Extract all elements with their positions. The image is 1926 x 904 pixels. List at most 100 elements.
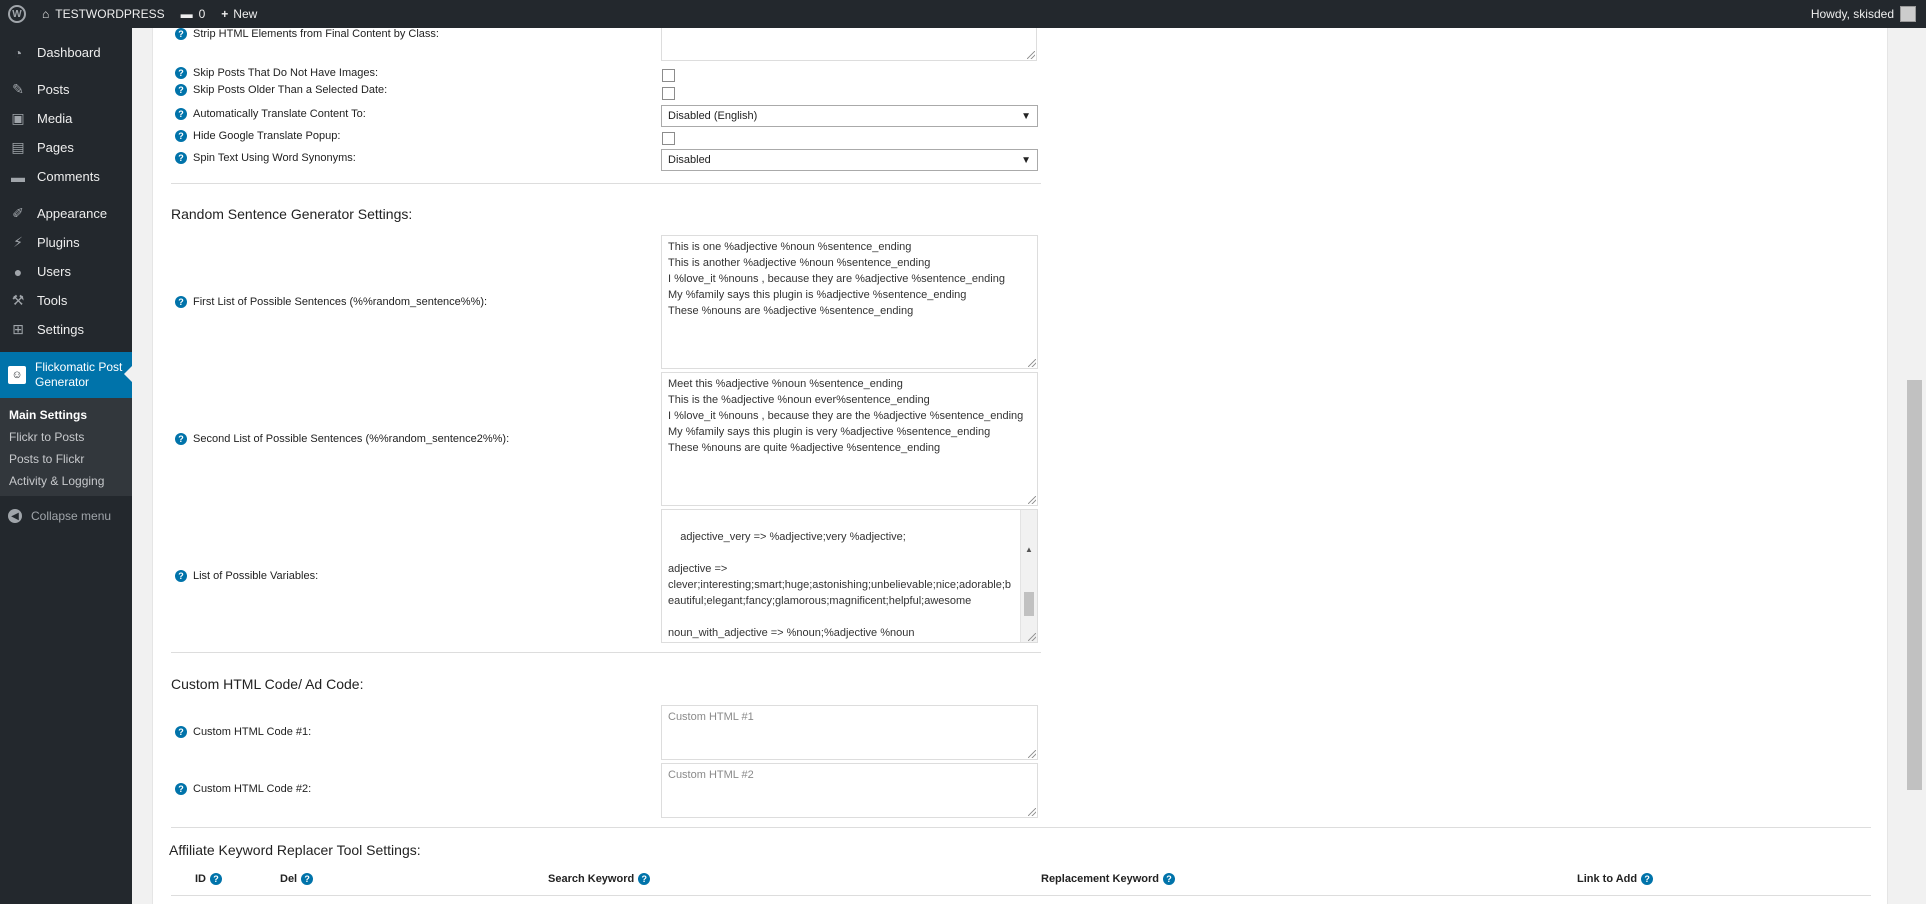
help-icon[interactable]: ? [175,84,187,96]
help-icon[interactable]: ? [175,28,187,40]
sidebar-item-posts[interactable]: ✎ Posts [0,75,132,104]
sidebar-item-label: Appearance [37,206,108,221]
scroll-up-icon[interactable]: ▲ [1021,542,1037,558]
site-name-link[interactable]: ⌂ TESTWORDPRESS [34,0,173,28]
sidebar-item-label: Users [37,264,71,279]
custom-html-1-label: ? Custom HTML Code #1: [175,726,311,738]
resize-grip-icon[interactable] [1028,496,1036,504]
collapse-menu-button[interactable]: ◀ Collapse menu [0,500,132,532]
help-icon[interactable]: ? [175,108,187,120]
submenu-activity-logging[interactable]: Activity & Logging [0,470,132,492]
window-scroll-thumb[interactable] [1907,380,1922,790]
help-icon[interactable]: ? [175,67,187,79]
comment-icon: ▬ [180,7,193,21]
plus-icon: + [221,7,229,21]
sidebar-item-tools[interactable]: ⚒ Tools [0,286,132,315]
skip-older-checkbox[interactable] [662,87,675,100]
resize-grip-icon[interactable] [1028,750,1036,758]
help-icon[interactable]: ? [175,783,187,795]
wp-logo-button[interactable]: W [0,0,34,28]
skip-no-images-checkbox[interactable] [662,69,675,82]
sidebar-item-flickomatic[interactable]: ☺ Flickomatic Post Generator [0,352,132,398]
column-del: Del? [280,873,314,885]
auto-translate-label: ? Automatically Translate Content To: [175,108,366,120]
skip-older-label: ? Skip Posts Older Than a Selected Date: [175,84,387,96]
scroll-thumb[interactable] [1024,592,1034,616]
resize-grip-icon[interactable] [1028,808,1036,816]
variables-label: ? List of Possible Variables: [175,570,318,582]
sidebar-item-label: Plugins [37,235,80,250]
collapse-arrow-icon: ◀ [8,509,22,523]
dashboard-icon: ◔ [13,44,23,61]
sidebar-item-appearance[interactable]: ✐ Appearance [0,199,132,228]
submenu-posts-to-flickr[interactable]: Posts to Flickr [0,448,132,470]
help-icon[interactable]: ? [175,152,187,164]
random-sentence-heading: Random Sentence Generator Settings: [171,206,413,222]
sidebar-item-media[interactable]: ▣ Media [0,104,132,133]
help-icon[interactable]: ? [638,873,651,885]
comments-count: 0 [198,7,206,21]
window-scrollbar[interactable] [1904,28,1926,904]
help-icon[interactable]: ? [1641,873,1654,885]
my-account-link[interactable]: Howdy, skisded [1811,6,1926,22]
help-icon[interactable]: ? [175,570,187,582]
sidebar-item-plugins[interactable]: ⚡ Plugins [0,228,132,257]
sidebar-item-pages[interactable]: ▤ Pages [0,133,132,162]
submenu-flickr-to-posts[interactable]: Flickr to Posts [0,426,132,448]
sidebar-item-users[interactable]: ● Users [0,257,132,286]
column-replacement-keyword: Replacement Keyword? [1041,873,1175,885]
site-name: TESTWORDPRESS [55,7,165,21]
custom-html-2-textarea[interactable]: Custom HTML #2 [661,763,1038,818]
table-header-divider [171,895,1871,896]
spin-text-select[interactable]: Disabled ▼ [661,149,1038,171]
dropdown-arrow-icon: ▼ [1021,110,1031,122]
media-icon: ▣ [11,110,25,126]
column-id: ID? [195,873,222,885]
howdy-text: Howdy, skisded [1810,7,1894,21]
submenu-main-settings[interactable]: Main Settings [0,404,132,426]
help-icon[interactable]: ? [1162,873,1175,885]
custom-html-2-label: ? Custom HTML Code #2: [175,783,311,795]
help-icon[interactable]: ? [175,296,187,308]
hide-translate-checkbox[interactable] [662,132,675,145]
sidebar-item-dashboard[interactable]: ◔ Dashboard [0,38,132,67]
sidebar-item-label: Settings [37,322,84,337]
help-icon[interactable]: ? [210,873,222,885]
comment-icon: ▬ [11,168,25,185]
auto-translate-select[interactable]: Disabled (English) ▼ [661,105,1038,127]
custom-html-1-textarea[interactable]: Custom HTML #1 [661,705,1038,760]
help-icon[interactable]: ? [301,873,314,885]
wrench-icon: ⚒ [11,292,25,308]
sidebar-item-comments[interactable]: ▬ Comments [0,162,132,191]
help-icon[interactable]: ? [175,726,187,738]
new-label: New [233,7,258,21]
sidebar-item-label: Posts [37,82,70,97]
resize-grip-icon[interactable] [1028,633,1036,641]
collapse-label: Collapse menu [31,509,112,523]
settings-panel: ? Strip HTML Elements from Final Content … [152,16,1888,904]
column-link-to-add: Link to Add? [1577,873,1654,885]
admin-sidebar: ◔ Dashboard ✎ Posts ▣ Media ▤ Pages ▬ Comment… [0,28,132,904]
variables-textarea[interactable]: adjective_very => %adjective;very %adjec… [661,509,1038,643]
admin-bar: W ⌂ TESTWORDPRESS ▬ 0 + New Howdy, skisded [0,0,1926,28]
pin-icon: ✎ [12,81,24,97]
wordpress-icon: W [8,5,26,23]
sidebar-item-settings[interactable]: ⊞ Settings [0,315,132,344]
column-search-keyword: Search Keyword? [548,873,651,885]
resize-grip-icon[interactable] [1027,51,1035,59]
new-content-link[interactable]: + New [213,0,265,28]
user-icon: ● [13,263,23,280]
help-icon[interactable]: ? [175,130,187,142]
second-sentences-textarea[interactable]: Meet this %adjective %noun %sentence_end… [661,372,1038,506]
comments-link[interactable]: ▬ 0 [173,0,214,28]
divider [171,183,1041,184]
sidebar-item-label: Flickomatic Post Generator [35,360,123,389]
dropdown-arrow-icon: ▼ [1021,154,1031,166]
textarea-scrollbar[interactable]: ▲ [1020,510,1037,642]
first-sentences-label: ? First List of Possible Sentences (%%ran… [175,296,487,308]
sidebar-submenu: Main Settings Flickr to Posts Posts to F… [0,398,132,496]
first-sentences-textarea[interactable]: This is one %adjective %noun %sentence_e… [661,235,1038,369]
resize-grip-icon[interactable] [1028,359,1036,367]
robot-icon: ☺ [8,366,26,384]
help-icon[interactable]: ? [175,433,187,445]
